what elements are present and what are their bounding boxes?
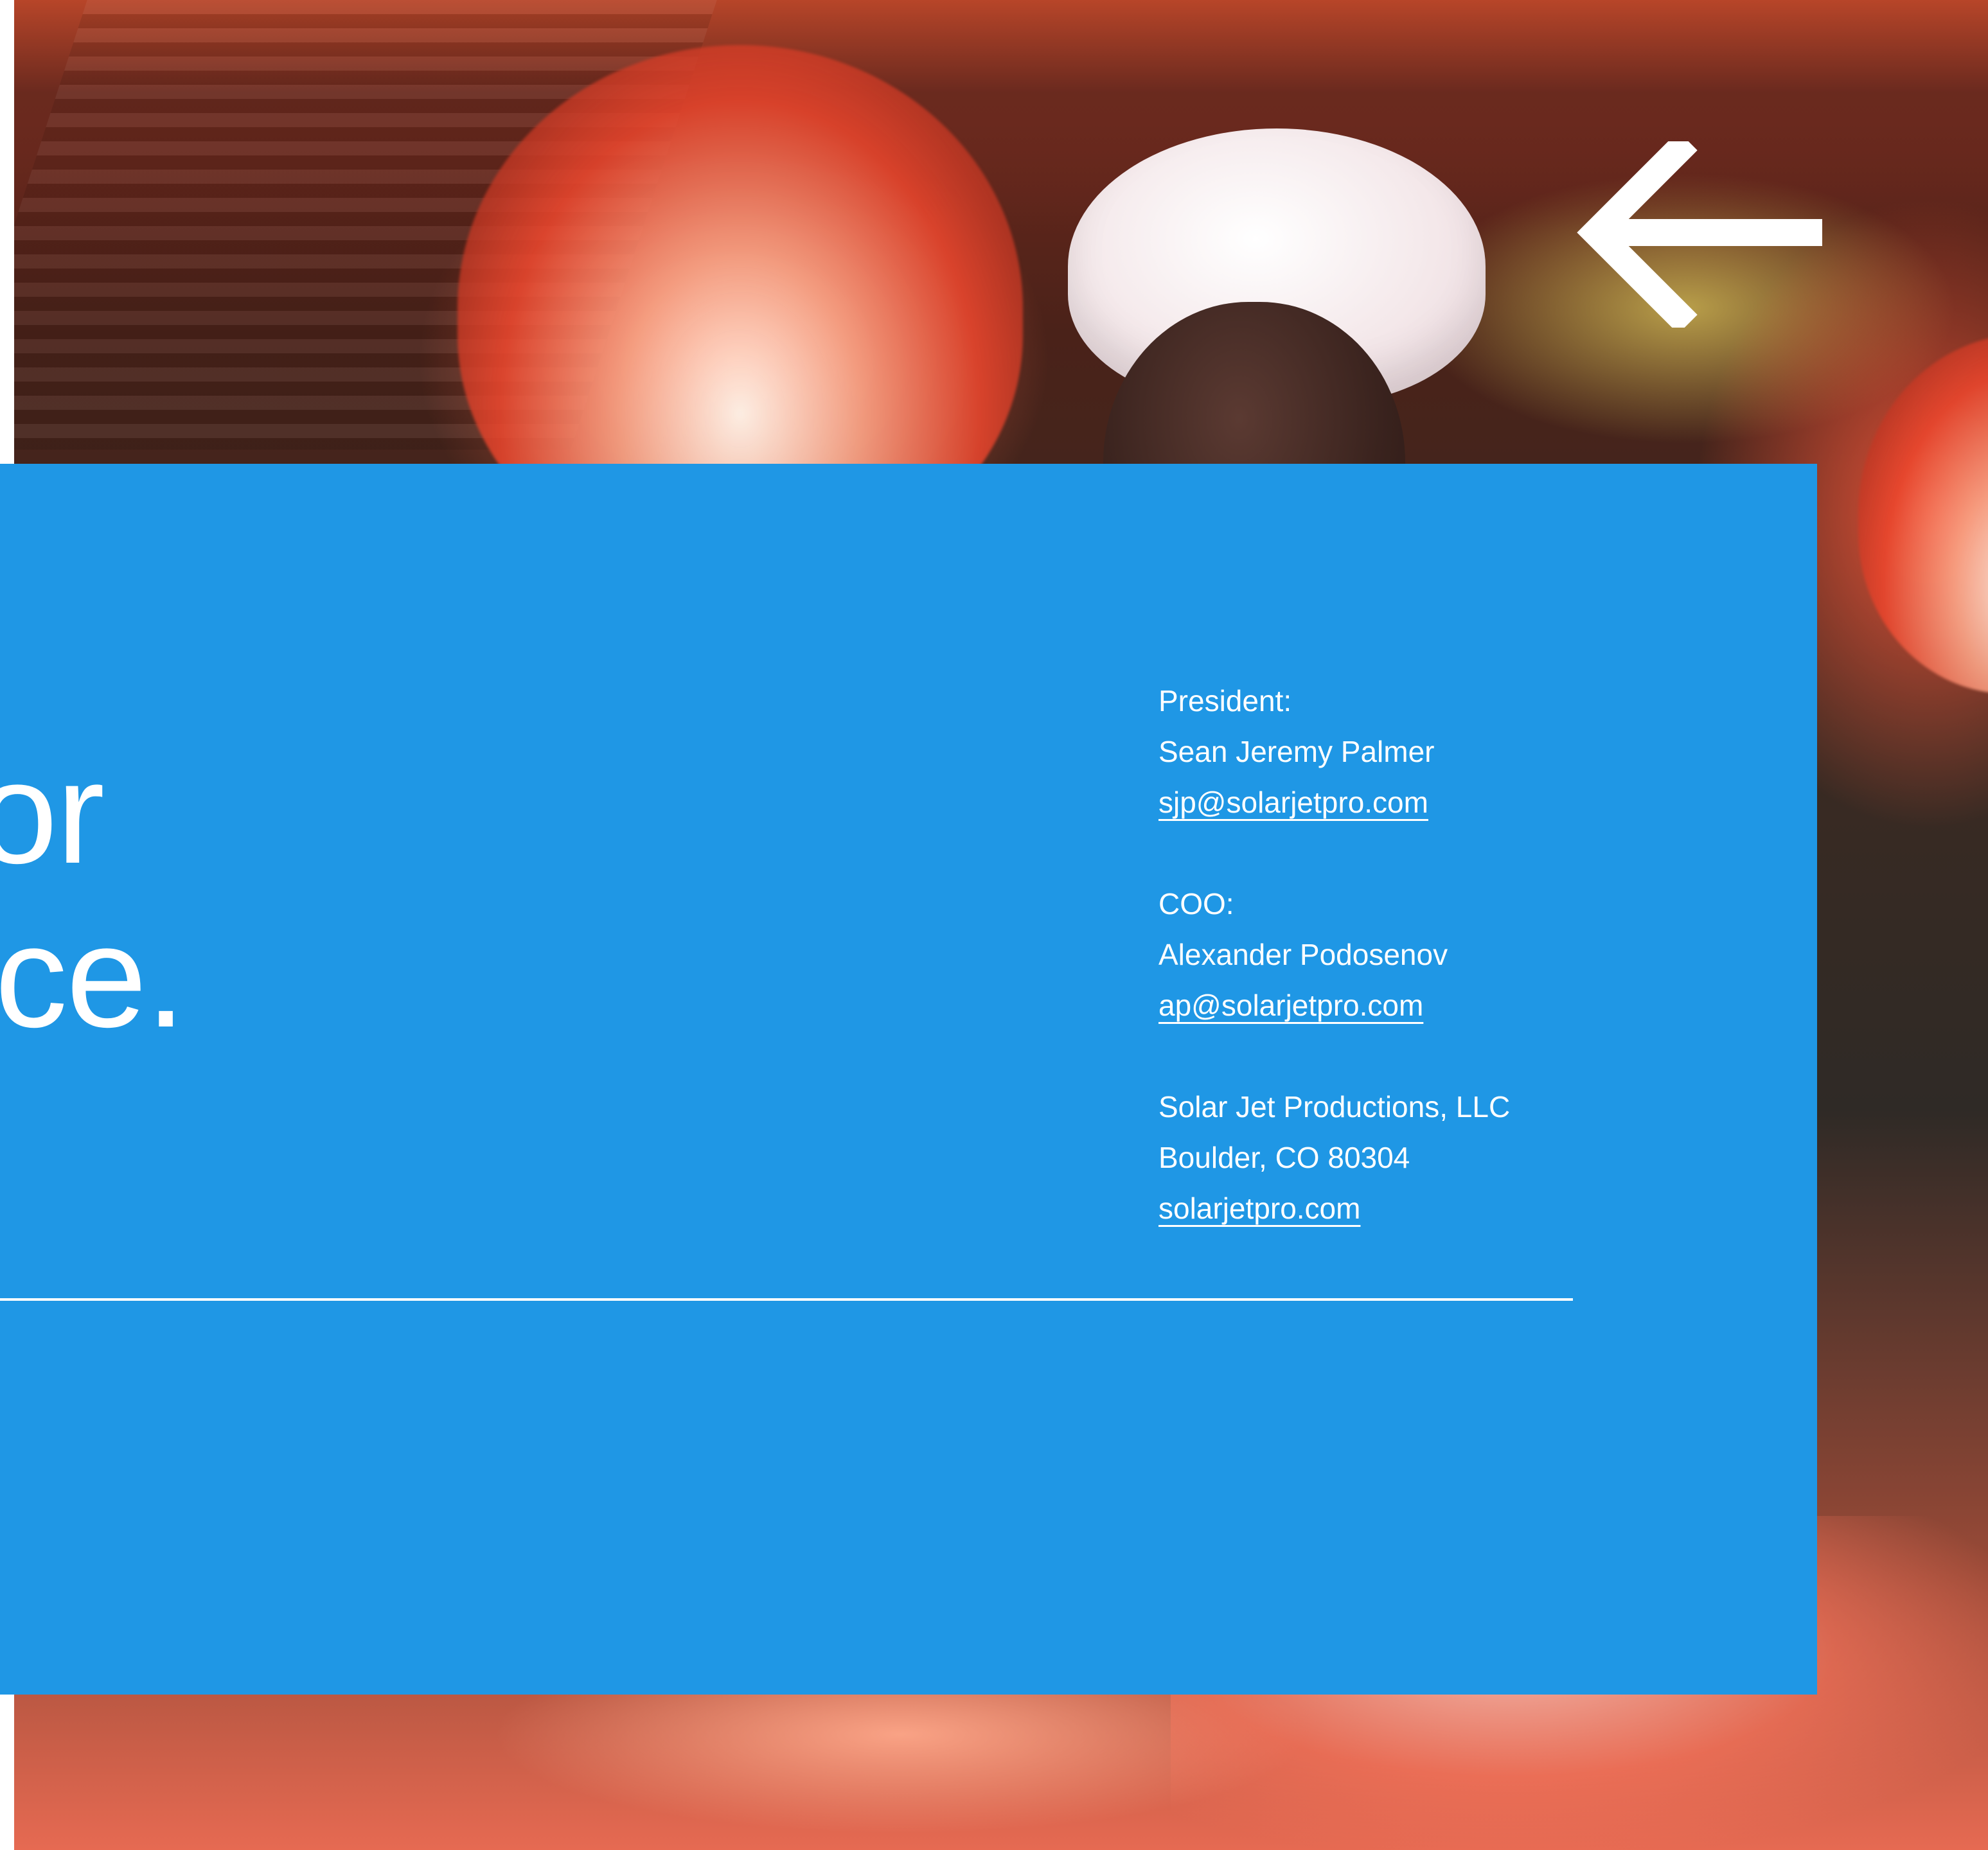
company-name: Solar Jet Productions, LLC xyxy=(1158,1090,1511,1123)
heat-lamp xyxy=(1858,334,1988,694)
divider xyxy=(0,1298,1573,1301)
contact-name: Sean Jeremy Palmer xyxy=(1158,735,1435,768)
headline-line-2: ce. xyxy=(0,895,186,1057)
coo-email-link[interactable]: ap@solarjetpro.com xyxy=(1158,989,1423,1022)
contact-panel: or ce. President: Sean Jeremy Palmer sjp… xyxy=(0,464,1817,1695)
headline-line-1: or xyxy=(0,731,105,894)
page: or ce. President: Sean Jeremy Palmer sjp… xyxy=(0,0,1988,1850)
company-location: Boulder, CO 80304 xyxy=(1158,1141,1410,1174)
president-email-link[interactable]: sjp@solarjetpro.com xyxy=(1158,786,1428,819)
back-arrow-icon-svg xyxy=(1577,131,1822,334)
back-arrow-icon[interactable] xyxy=(1568,131,1831,334)
contact-coo: COO: Alexander Podosenov ap@solarjetpro.… xyxy=(1158,879,1737,1031)
contact-president: President: Sean Jeremy Palmer sjp@solarj… xyxy=(1158,676,1737,828)
contact-info: President: Sean Jeremy Palmer sjp@solarj… xyxy=(1158,676,1737,1234)
contact-email-line: ap@solarjetpro.com xyxy=(1158,980,1737,1031)
contact-role: President: xyxy=(1158,684,1292,718)
contact-role: COO: xyxy=(1158,887,1234,921)
contact-name: Alexander Podosenov xyxy=(1158,938,1448,971)
company-info: Solar Jet Productions, LLC Boulder, CO 8… xyxy=(1158,1082,1737,1234)
company-website-link[interactable]: solarjetpro.com xyxy=(1158,1192,1360,1225)
contact-email-line: sjp@solarjetpro.com xyxy=(1158,777,1737,828)
company-website-line: solarjetpro.com xyxy=(1158,1183,1737,1234)
